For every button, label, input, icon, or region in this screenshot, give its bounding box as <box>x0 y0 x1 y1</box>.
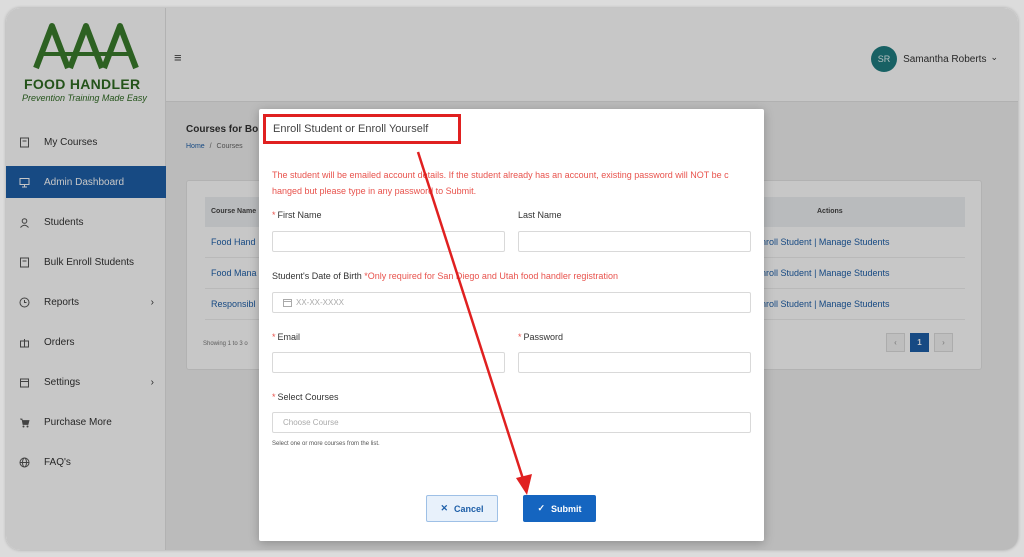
courses-placeholder: Choose Course <box>283 418 339 427</box>
select-courses-field[interactable]: Choose Course <box>272 412 751 433</box>
dob-field[interactable]: XX-XX-XXXX <box>272 292 751 313</box>
modal-title: Enroll Student or Enroll Yourself <box>263 114 461 144</box>
dob-label-text: Student's Date of Birth <box>272 271 362 281</box>
email-label: * Email <box>272 332 300 342</box>
password-label: * Password <box>518 332 563 342</box>
last-name-field[interactable] <box>518 231 751 252</box>
required-mark: * <box>272 210 276 220</box>
password-label-text: Password <box>523 332 564 342</box>
required-mark: * <box>272 332 276 342</box>
required-mark: * <box>272 392 276 402</box>
first-name-field[interactable] <box>272 231 505 252</box>
app-window: FOOD HANDLER Prevention Training Made Ea… <box>6 8 1018 550</box>
password-field[interactable] <box>518 352 751 373</box>
submit-button[interactable]: ✓ Submit <box>523 495 596 522</box>
dob-label: Student's Date of Birth *Only required f… <box>272 271 618 281</box>
dob-placeholder: XX-XX-XXXX <box>296 298 345 307</box>
enroll-modal: Enroll Student or Enroll Yourself The st… <box>259 109 764 541</box>
first-name-label: * First Name <box>272 210 322 220</box>
courses-label: * Select Courses <box>272 392 339 402</box>
close-icon: ✕ <box>440 503 449 513</box>
courses-helper-text: Select one or more courses from the list… <box>272 441 380 447</box>
required-mark: * <box>518 332 522 342</box>
last-name-label: Last Name <box>518 210 562 220</box>
email-field[interactable] <box>272 352 505 373</box>
check-icon: ✓ <box>537 503 546 513</box>
notice-text: The student will be emailed account deta… <box>272 170 729 196</box>
courses-label-text: Select Courses <box>277 392 339 402</box>
email-label-text: Email <box>277 332 301 342</box>
dob-note: *Only required for San Diego and Utah fo… <box>364 271 618 281</box>
cancel-button-label: Cancel <box>454 503 484 514</box>
first-name-label-text: First Name <box>277 210 322 220</box>
calendar-icon <box>283 298 292 307</box>
submit-button-label: Submit <box>551 503 582 514</box>
cancel-button[interactable]: ✕ Cancel <box>426 495 498 522</box>
